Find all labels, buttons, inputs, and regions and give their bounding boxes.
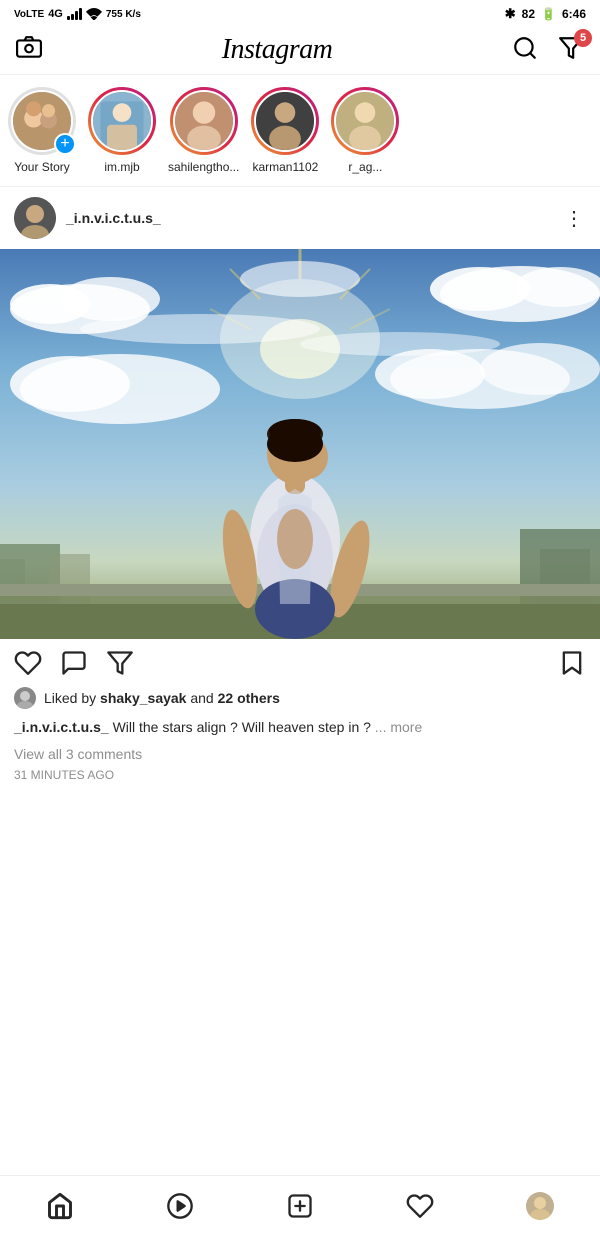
im-mjb-avatar-wrap bbox=[88, 87, 156, 155]
likes-text: Liked by shaky_sayak and 22 others bbox=[44, 690, 280, 706]
r-ag-avatar bbox=[334, 90, 396, 152]
post-username[interactable]: _i.n.v.i.c.t.u.s_ bbox=[66, 210, 161, 226]
likes-pre: Liked by bbox=[44, 690, 100, 706]
post-timestamp: 31 minutes ago bbox=[0, 766, 600, 794]
story-item-im-mjb[interactable]: im.mjb bbox=[88, 87, 156, 174]
sahilengeth-avatar bbox=[173, 90, 235, 152]
sahilengeth-label: sahilengtho... bbox=[168, 160, 239, 174]
r-ag-label: r_ag... bbox=[348, 160, 382, 174]
battery-icon: 🔋 bbox=[541, 7, 556, 21]
post-actions bbox=[0, 639, 600, 685]
post-likes: Liked by shaky_sayak and 22 others bbox=[0, 685, 600, 715]
post-header: _i.n.v.i.c.t.u.s_ ⋮ bbox=[0, 187, 600, 249]
bottom-nav bbox=[0, 1175, 600, 1235]
status-right: ✱ 82 🔋 6:46 bbox=[505, 6, 586, 22]
message-badge: 5 bbox=[574, 29, 592, 47]
status-bar: VoLTE 4G 755 K/s ✱ 82 🔋 6:46 bbox=[0, 0, 600, 26]
post-image bbox=[0, 249, 600, 639]
nav-reels-button[interactable] bbox=[166, 1192, 194, 1220]
time-label: 6:46 bbox=[562, 7, 586, 21]
app-header: Instagram 5 bbox=[0, 26, 600, 75]
story-item-karman1102[interactable]: karman1102 bbox=[251, 87, 319, 174]
likes-count: 22 others bbox=[218, 690, 280, 706]
bluetooth-icon: ✱ bbox=[505, 6, 516, 22]
add-story-button[interactable]: + bbox=[54, 133, 76, 155]
story-item-r-ag[interactable]: r_ag... bbox=[331, 87, 399, 174]
messages-button[interactable]: 5 bbox=[558, 35, 584, 66]
status-left: VoLTE 4G 755 K/s bbox=[14, 8, 141, 20]
wifi-icon bbox=[86, 8, 102, 20]
header-actions: 5 bbox=[512, 35, 584, 66]
like-button[interactable] bbox=[14, 649, 42, 677]
r-ag-ring bbox=[331, 87, 399, 155]
post-image-svg bbox=[0, 249, 600, 639]
caption-username[interactable]: _i.n.v.i.c.t.u.s_ bbox=[14, 719, 109, 735]
sahilengeth-ring bbox=[170, 87, 238, 155]
share-button[interactable] bbox=[106, 649, 134, 677]
likes-and: and bbox=[186, 690, 217, 706]
story-item-your-story[interactable]: + Your Story bbox=[8, 87, 76, 174]
view-comments-link[interactable]: View all 3 comments bbox=[0, 744, 600, 766]
karman1102-ring bbox=[251, 87, 319, 155]
post-more-button[interactable]: ⋮ bbox=[564, 206, 586, 231]
your-story-label: Your Story bbox=[14, 160, 70, 174]
nav-profile-button[interactable] bbox=[526, 1192, 554, 1220]
likes-user-avatar bbox=[14, 687, 36, 709]
story-item-sahilengeth[interactable]: sahilengtho... bbox=[168, 87, 239, 174]
comment-button[interactable] bbox=[60, 649, 88, 677]
im-mjb-avatar bbox=[91, 90, 153, 152]
app-logo: Instagram bbox=[222, 34, 333, 66]
post-caption: _i.n.v.i.c.t.u.s_ Will the stars align ?… bbox=[0, 715, 600, 744]
speed-label: 755 K/s bbox=[106, 9, 141, 20]
carrier-label: VoLTE bbox=[14, 9, 44, 20]
im-mjb-ring bbox=[88, 87, 156, 155]
camera-button[interactable] bbox=[16, 35, 42, 66]
battery-level: 82 bbox=[522, 7, 535, 21]
karman1102-avatar bbox=[254, 90, 316, 152]
post-actions-left bbox=[14, 649, 134, 677]
post-user-avatar[interactable] bbox=[14, 197, 56, 239]
your-story-avatar-wrap: + bbox=[8, 87, 76, 155]
search-button[interactable] bbox=[512, 35, 538, 66]
im-mjb-label: im.mjb bbox=[104, 160, 139, 174]
network-label: 4G bbox=[48, 8, 63, 20]
nav-activity-button[interactable] bbox=[406, 1192, 434, 1220]
caption-text: Will the stars align ? Will heaven step … bbox=[113, 719, 371, 735]
signal-bars bbox=[67, 8, 82, 20]
save-button[interactable] bbox=[558, 649, 586, 677]
stories-row: + Your Story im.mjb bbox=[0, 75, 600, 187]
post-user-info: _i.n.v.i.c.t.u.s_ bbox=[14, 197, 161, 239]
likes-username[interactable]: shaky_sayak bbox=[100, 690, 186, 706]
karman1102-avatar-wrap bbox=[251, 87, 319, 155]
nav-add-button[interactable] bbox=[286, 1192, 314, 1220]
caption-more-link[interactable]: ... more bbox=[375, 719, 422, 735]
karman1102-label: karman1102 bbox=[252, 160, 318, 174]
r-ag-avatar-wrap bbox=[331, 87, 399, 155]
nav-home-button[interactable] bbox=[46, 1192, 74, 1220]
sahilengeth-avatar-wrap bbox=[170, 87, 238, 155]
